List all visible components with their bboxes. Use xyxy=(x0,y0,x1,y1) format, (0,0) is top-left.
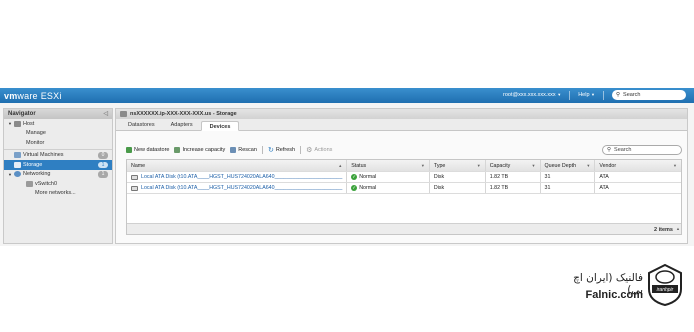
refresh-icon: ↻ xyxy=(267,147,274,154)
column-header-name[interactable]: Name ▲ xyxy=(127,160,348,171)
refresh-button[interactable]: ↻ Refresh xyxy=(268,146,295,154)
switch-icon xyxy=(26,180,33,187)
nav-item-virtual-machines[interactable]: Virtual Machines 0 xyxy=(4,151,112,161)
sort-icon[interactable]: ▼ xyxy=(532,163,536,168)
check-icon: ✓ xyxy=(351,185,358,191)
tab-bar: Datastores Adapters Devices xyxy=(116,119,687,131)
column-header-vendor[interactable]: Vendor ▼ xyxy=(595,160,681,171)
falnic-logo: iranhpir xyxy=(648,263,682,307)
collapse-icon[interactable]: ◁ xyxy=(103,110,108,117)
separator xyxy=(603,90,604,100)
devices-table: Name ▲ Status ▼ Type ▼ Capacity ▼ Queue Dept… xyxy=(126,159,682,235)
nav-item-storage[interactable]: Storage 1 xyxy=(4,160,112,170)
rescan-icon xyxy=(230,147,237,153)
storage-panel: nsXXXXXX.ip-XXX-XXX-XXX.us - Storage Dat… xyxy=(115,108,688,244)
sort-icon[interactable]: ▲ xyxy=(338,163,342,168)
svg-text:iranhpir: iranhpir xyxy=(657,287,674,293)
nav-item-host[interactable]: ▼ Host xyxy=(4,119,112,129)
status-text: Normal xyxy=(359,174,377,180)
column-header-status[interactable]: Status ▼ xyxy=(347,160,430,171)
tab-adapters[interactable]: Adapters xyxy=(163,120,201,130)
panel-title: nsXXXXXX.ip-XXX-XXX-XXX.us - Storage xyxy=(130,111,237,117)
navigator-panel: Navigator ◁ ▼ Host Manage Monitor Virtua… xyxy=(3,108,113,244)
user-menu[interactable]: root@xxx.xxx.xxx.xxx ▼ xyxy=(503,92,561,98)
separator xyxy=(261,146,263,154)
storage-icon xyxy=(14,161,21,168)
nav-item-networking[interactable]: ▼ Networking 1 xyxy=(4,170,112,180)
search-icon: ⚲ xyxy=(607,147,612,153)
panel-header: nsXXXXXX.ip-XXX-XXX-XXX.us - Storage xyxy=(116,109,687,119)
increase-capacity-button[interactable]: Increase capacity xyxy=(174,147,225,153)
nav-item-manage[interactable]: Manage xyxy=(4,129,112,139)
networking-icon xyxy=(13,171,21,178)
top-right-controls: root@xxx.xxx.xxx.xxx ▼ Help ▼ ⚲ Search xyxy=(503,90,686,100)
type-cell: Disk xyxy=(430,183,486,193)
nav-item-monitor[interactable]: Monitor xyxy=(4,138,112,148)
sort-icon[interactable]: ▼ xyxy=(421,163,425,168)
device-name-link[interactable]: Local ATA Disk (t10.ATA____HGST_HUS72402… xyxy=(141,185,342,191)
host-icon xyxy=(13,120,21,127)
item-count: 2 items xyxy=(654,226,673,233)
table-header: Name ▲ Status ▼ Type ▼ Capacity ▼ Queue Dept… xyxy=(127,160,681,172)
watermark: فالنیک (ایران اچ پی) Falnic.com iranhpir xyxy=(560,263,685,311)
column-header-capacity[interactable]: Capacity ▼ xyxy=(486,160,541,171)
caret-down-icon: ▼ xyxy=(591,92,595,97)
sort-icon[interactable]: ▼ xyxy=(673,163,677,168)
storage-icon xyxy=(120,111,127,117)
tab-datastores[interactable]: Datastores xyxy=(120,120,163,130)
new-datastore-button[interactable]: New datastore xyxy=(126,147,169,153)
check-icon: ✓ xyxy=(351,174,358,180)
count-badge: 1 xyxy=(98,171,108,178)
tab-devices[interactable]: Devices xyxy=(200,121,240,131)
column-header-type[interactable]: Type ▼ xyxy=(430,160,486,171)
count-badge: 0 xyxy=(98,152,108,159)
vendor-cell: ATA xyxy=(599,174,609,180)
queue-depth-cell: 31 xyxy=(541,172,596,182)
divider xyxy=(4,148,112,150)
search-icon: ⚲ xyxy=(616,92,621,98)
table-footer: 2 items ▲ xyxy=(127,223,681,234)
vmware-esxi-logo: vmware ESXi xyxy=(4,90,62,101)
separator xyxy=(569,90,571,100)
grid-search-input[interactable]: ⚲ Search xyxy=(602,145,682,155)
table-row[interactable]: Local ATA Disk (t10.ATA____HGST_HUS72402… xyxy=(127,183,681,194)
disk-icon xyxy=(131,174,138,180)
expand-icon[interactable]: ▲ xyxy=(676,226,680,231)
watermark-site-text: Falnic.com xyxy=(585,289,643,301)
gear-icon: ⚙ xyxy=(306,147,313,154)
separator xyxy=(300,146,302,154)
global-search-input[interactable]: ⚲ Search xyxy=(612,90,686,100)
toolbar: New datastore Increase capacity Rescan ↻… xyxy=(126,144,682,156)
caret-down-icon: ▼ xyxy=(557,92,562,97)
sort-icon[interactable]: ▼ xyxy=(586,163,590,168)
virtual-machines-icon xyxy=(14,152,21,159)
status-text: Normal xyxy=(359,185,377,191)
nav-item-vswitch0[interactable]: vSwitch0 xyxy=(4,179,112,189)
column-header-queue-depth[interactable]: Queue Depth ▼ xyxy=(541,160,596,171)
esxi-app: vmware ESXi root@xxx.xxx.xxx.xxx ▼ Help ▼… xyxy=(0,88,694,246)
expand-arrow-icon[interactable]: ▼ xyxy=(8,172,12,177)
help-menu[interactable]: Help ▼ xyxy=(578,92,595,98)
type-cell: Disk xyxy=(430,172,486,182)
count-badge: 1 xyxy=(98,161,108,168)
sort-icon[interactable]: ▼ xyxy=(477,163,481,168)
table-row[interactable]: Local ATA Disk (t10.ATA____HGST_HUS72402… xyxy=(127,172,681,183)
navigator-header: Navigator ◁ xyxy=(4,109,112,119)
capacity-cell: 1.82 TB xyxy=(486,172,541,182)
vendor-cell: ATA xyxy=(599,185,609,191)
disk-icon xyxy=(131,185,138,191)
actions-button[interactable]: ⚙ Actions xyxy=(306,146,332,154)
nav-item-more-networks[interactable]: More networks... xyxy=(4,189,112,199)
device-name-link[interactable]: Local ATA Disk (t10.ATA____HGST_HUS72402… xyxy=(141,174,342,180)
queue-depth-cell: 31 xyxy=(541,183,596,193)
expand-arrow-icon[interactable]: ▼ xyxy=(8,121,12,126)
top-bar: vmware ESXi root@xxx.xxx.xxx.xxx ▼ Help ▼… xyxy=(0,88,694,103)
capacity-cell: 1.82 TB xyxy=(486,183,541,193)
rescan-button[interactable]: Rescan xyxy=(230,147,257,153)
new-datastore-icon xyxy=(126,147,132,153)
increase-capacity-icon xyxy=(174,147,181,153)
